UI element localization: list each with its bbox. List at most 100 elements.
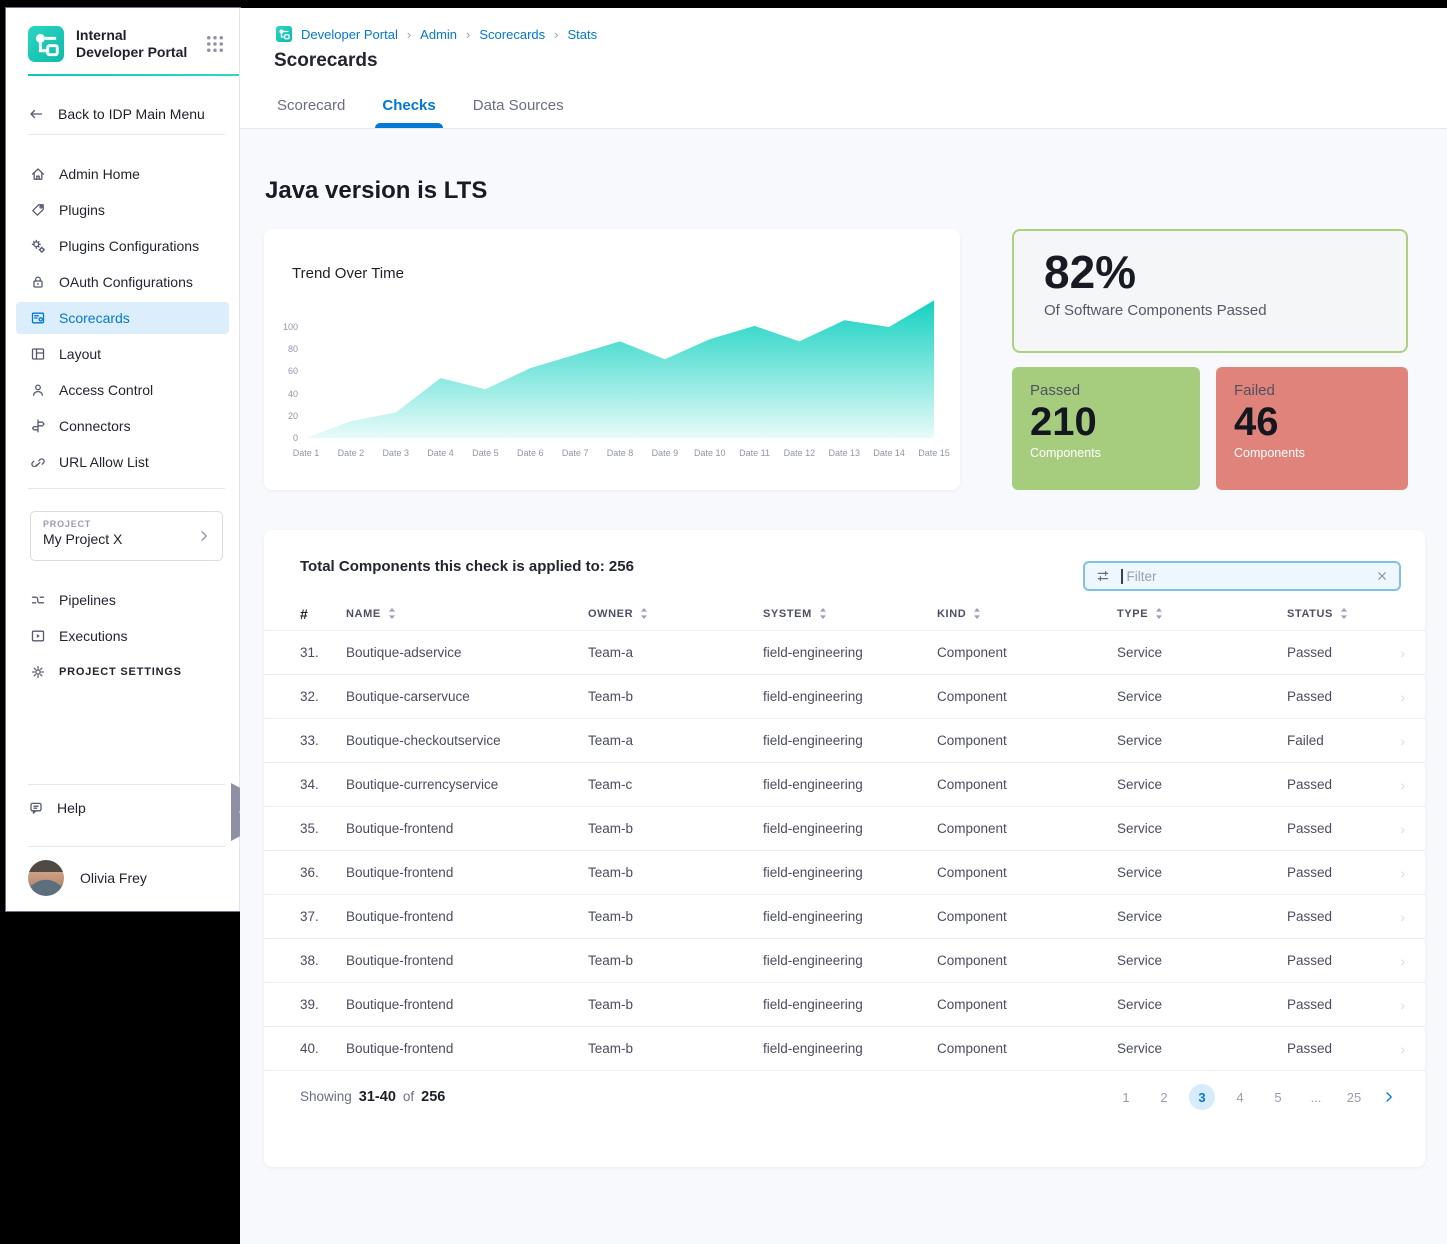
sidebar-item-executions[interactable]: Executions — [16, 620, 229, 652]
sidebar-item-plugins-configurations[interactable]: Plugins Configurations — [16, 230, 229, 262]
gears-icon — [30, 238, 46, 254]
back-arrow-icon — [28, 106, 44, 122]
table-row[interactable]: 35.Boutique-frontendTeam-bfield-engineer… — [264, 807, 1425, 851]
pass-percentage-card: 82% Of Software Components Passed — [1012, 229, 1408, 353]
column-header-owner: OWNER — [588, 607, 763, 620]
cell-kind: Component — [937, 821, 1117, 836]
sort-icon[interactable] — [1155, 607, 1163, 620]
avatar — [28, 860, 64, 896]
showing-range: 31-40 — [359, 1089, 396, 1105]
tab-checks[interactable]: Checks — [382, 97, 435, 128]
sidebar-item-project-settings[interactable]: PROJECT SETTINGS — [16, 656, 229, 688]
page-25[interactable]: 25 — [1341, 1084, 1367, 1110]
table-row[interactable]: 34.Boutique-currencyserviceTeam-cfield-e… — [264, 763, 1425, 807]
sidebar-item-scorecards[interactable]: Scorecards — [16, 302, 229, 334]
cell-system: field-engineering — [763, 821, 937, 836]
cell-type: Service — [1117, 909, 1287, 924]
breadcrumb-admin[interactable]: Admin — [420, 27, 457, 42]
page-3[interactable]: 3 — [1189, 1084, 1215, 1110]
page-1[interactable]: 1 — [1113, 1084, 1139, 1110]
pass-percentage-value: 82% — [1044, 247, 1376, 298]
cell-kind: Component — [937, 997, 1117, 1012]
filter-input[interactable]: Filter — [1083, 561, 1401, 591]
lock-icon — [30, 274, 46, 290]
sidebar-item-url-allow-list[interactable]: URL Allow List — [16, 446, 229, 478]
page-5[interactable]: 5 — [1265, 1084, 1291, 1110]
pass-percentage-caption: Of Software Components Passed — [1044, 302, 1376, 319]
sidebar-item-pipelines[interactable]: Pipelines — [16, 584, 229, 616]
row-num: 32. — [300, 689, 346, 704]
breadcrumb: Developer Portal › Admin › Scorecards › Stats — [276, 26, 597, 42]
table-row[interactable]: 38.Boutique-frontendTeam-bfield-engineer… — [264, 939, 1425, 983]
y-tick-label: 20 — [264, 411, 298, 421]
sort-icon[interactable] — [1340, 607, 1348, 620]
sidebar-item-plugins[interactable]: Plugins — [16, 194, 229, 226]
close-icon[interactable] — [1375, 569, 1389, 583]
passed-label: Passed — [1030, 382, 1182, 399]
page-4[interactable]: 4 — [1227, 1084, 1253, 1110]
column-header-num: # — [300, 606, 346, 622]
sidebar-item-label: Executions — [59, 628, 127, 644]
sidebar-item-access-control[interactable]: Access Control — [16, 374, 229, 406]
x-tick-label: Date 15 — [904, 448, 964, 458]
table-row[interactable]: 40.Boutique-frontendTeam-bfield-engineer… — [264, 1027, 1425, 1071]
sidebar-item-connectors[interactable]: Connectors — [16, 410, 229, 442]
app-title: Internal Developer Portal — [76, 27, 187, 61]
table-row[interactable]: 37.Boutique-frontendTeam-bfield-engineer… — [264, 895, 1425, 939]
cell-type: Service — [1117, 733, 1287, 748]
breadcrumb-separator: › — [407, 27, 411, 42]
row-num: 37. — [300, 909, 346, 924]
column-label: NAME — [346, 608, 381, 620]
layout-icon — [30, 346, 46, 362]
row-chevron-icon: › — [1400, 733, 1405, 749]
breadcrumb-scorecards[interactable]: Scorecards — [479, 27, 545, 42]
sort-icon[interactable] — [640, 607, 648, 620]
table-row[interactable]: 31.Boutique-adserviceTeam-afield-enginee… — [264, 631, 1425, 675]
filter-sliders-icon[interactable] — [1095, 568, 1111, 584]
row-chevron-icon: › — [1400, 645, 1405, 661]
divider — [28, 846, 225, 847]
sidebar-item-label: Admin Home — [59, 166, 140, 182]
cell-name: Boutique-currencyservice — [346, 777, 588, 792]
plugin-icon — [30, 202, 46, 218]
next-page-icon[interactable] — [1381, 1089, 1397, 1105]
page-2[interactable]: 2 — [1151, 1084, 1177, 1110]
sidebar-nav-project: Pipelines Executions PROJECT SETTINGS — [16, 584, 229, 692]
table-row[interactable]: 32.Boutique-carservuceTeam-bfield-engine… — [264, 675, 1425, 719]
sidebar-item-oauth-configurations[interactable]: OAuth Configurations — [16, 266, 229, 298]
breadcrumb-separator: › — [466, 27, 470, 42]
breadcrumb-logo-icon — [276, 26, 292, 42]
sidebar-item-help[interactable]: Help — [28, 800, 86, 816]
sidebar-item-layout[interactable]: Layout — [16, 338, 229, 370]
cell-type: Service — [1117, 953, 1287, 968]
showing-label: Showing — [300, 1089, 352, 1104]
app-grid-icon[interactable] — [205, 34, 225, 54]
user-menu[interactable]: Olivia Frey — [28, 860, 147, 896]
table-row[interactable]: 39.Boutique-frontendTeam-bfield-engineer… — [264, 983, 1425, 1027]
cell-type: Service — [1117, 997, 1287, 1012]
tab-scorecard[interactable]: Scorecard — [277, 97, 345, 128]
breadcrumb-stats[interactable]: Stats — [567, 27, 597, 42]
column-header-status: STATUS — [1287, 607, 1425, 620]
sort-icon[interactable] — [973, 607, 981, 620]
breadcrumb-separator: › — [554, 27, 558, 42]
cell-system: field-engineering — [763, 865, 937, 880]
sort-icon[interactable] — [819, 607, 827, 620]
sort-icon[interactable] — [388, 607, 396, 620]
sidebar-item-label: Plugins — [59, 202, 105, 218]
breadcrumb-developer-portal[interactable]: Developer Portal — [301, 27, 398, 42]
back-to-idp-main-menu[interactable]: Back to IDP Main Menu — [28, 100, 225, 128]
column-label: SYSTEM — [763, 608, 812, 620]
sidebar-item-label: PROJECT SETTINGS — [59, 666, 182, 678]
tab-data-sources[interactable]: Data Sources — [473, 97, 564, 128]
project-selector[interactable]: PROJECT My Project X — [30, 511, 223, 561]
table-row[interactable]: 36.Boutique-frontendTeam-bfield-engineer… — [264, 851, 1425, 895]
cell-owner: Team-a — [588, 645, 763, 660]
row-num: 39. — [300, 997, 346, 1012]
idp-logo-icon — [28, 26, 64, 62]
y-tick-label: 100 — [264, 322, 298, 332]
cell-type: Service — [1117, 865, 1287, 880]
sidebar-item-admin-home[interactable]: Admin Home — [16, 158, 229, 190]
table-row[interactable]: 33.Boutique-checkoutserviceTeam-afield-e… — [264, 719, 1425, 763]
cell-owner: Team-b — [588, 1041, 763, 1056]
